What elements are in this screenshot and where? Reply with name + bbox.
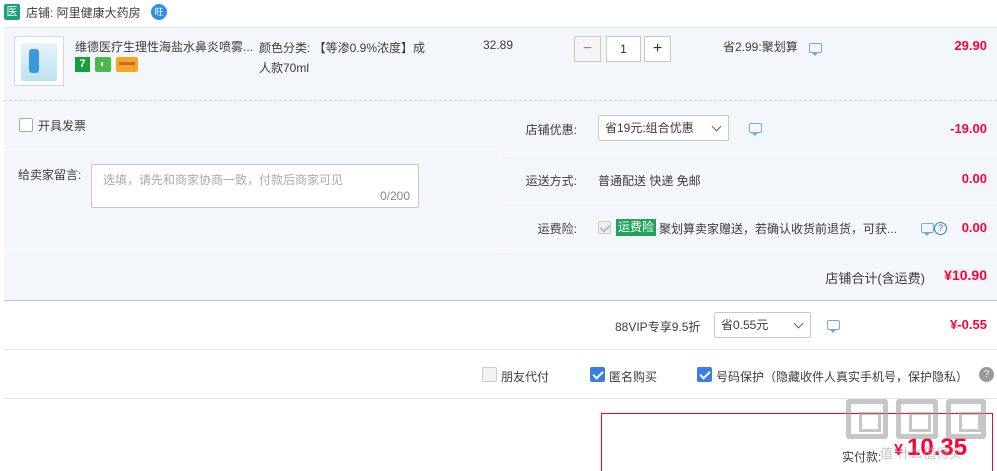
friend-pay-label[interactable]: 朋友代付 bbox=[501, 368, 549, 385]
store-discount-amount: -19.00 bbox=[950, 121, 987, 136]
number-protection-label[interactable]: 号码保护（隐藏收件人真实手机号，保护隐私） bbox=[716, 368, 968, 385]
shipping-label: 运送方式: bbox=[525, 174, 577, 188]
vip-discount-row: 88VIP专享9.5折 省0.55元 ¥-0.55 bbox=[4, 301, 997, 350]
store-header: 医 店铺: 阿里健康大药房 旺 bbox=[0, 0, 997, 24]
shipping-value: 普通配送 快递 免邮 bbox=[598, 174, 701, 188]
quantity-decrease-button[interactable]: − bbox=[574, 36, 601, 62]
insurance-description: 聚划算卖家赠送，若确认收货前退货，可获... bbox=[659, 222, 898, 236]
pharmacy-badge-icon: 医 bbox=[4, 4, 20, 20]
sku-line-2: 人款70ml bbox=[259, 61, 310, 75]
sku-line-1: 颜色分类: 【等渗0.9%浓度】成 bbox=[259, 41, 426, 55]
checkout-options-row: 朋友代付 匿名购买 号码保护（隐藏收件人真实手机号，保护隐私） ? bbox=[4, 351, 997, 399]
help-icon[interactable]: ? bbox=[934, 222, 947, 235]
friend-pay-checkbox[interactable] bbox=[482, 367, 497, 382]
shipping-amount: 0.00 bbox=[961, 171, 987, 186]
product-sku: 颜色分类: 【等渗0.9%浓度】成 人款70ml bbox=[259, 38, 449, 78]
seller-memo-placeholder: 选填，请先和商家协商一致，付款后商家可见 bbox=[103, 173, 344, 187]
anonymous-purchase-checkbox[interactable] bbox=[590, 367, 605, 382]
product-title-link[interactable]: 维德医疗生理性海盐水鼻炎喷雾... bbox=[75, 38, 255, 55]
insurance-amount: 0.00 bbox=[961, 220, 987, 235]
seller-memo-counter: 0/200 bbox=[379, 189, 410, 203]
chevron-down-icon bbox=[793, 318, 804, 329]
promo-comment-icon[interactable] bbox=[809, 43, 822, 56]
payment-currency: ¥ bbox=[894, 442, 903, 459]
insurance-label: 运费险: bbox=[537, 222, 577, 236]
product-thumbnail[interactable] bbox=[14, 36, 64, 86]
store-name-link[interactable]: 店铺: 阿里健康大药房 bbox=[26, 4, 141, 21]
chevron-down-icon bbox=[711, 121, 722, 132]
product-image bbox=[21, 43, 57, 81]
wangwang-chat-icon[interactable]: 旺 bbox=[151, 4, 167, 20]
invoice-option[interactable]: 开具发票 bbox=[19, 117, 86, 133]
store-discount-label: 店铺优惠: bbox=[525, 123, 577, 137]
store-discount-row: 店铺优惠: 省19元:组合优惠 -19.00 bbox=[499, 104, 997, 153]
insurance-comment-icon[interactable] bbox=[921, 223, 934, 236]
vip-discount-select[interactable]: 省0.55元 bbox=[714, 312, 811, 338]
options-right: 店铺优惠: 省19元:组合优惠 -19.00 运送方式: 普通配送 快递 免邮 … bbox=[499, 101, 997, 248]
order-options: 开具发票 给卖家留言: 选填，请先和商家协商一致，付款后商家可见 0/200 店… bbox=[4, 100, 997, 300]
insurance-tag: 运费险 bbox=[616, 219, 657, 236]
credit-card-icon bbox=[116, 57, 138, 72]
payment-summary: 实付款: ¥ 10.35 bbox=[601, 413, 993, 471]
store-total-label: 店铺合计(含运费) bbox=[825, 271, 925, 286]
insurance-row: 运费险: 运费险 聚划算卖家赠送，若确认收货前退货，可获... ? 0.00 bbox=[499, 204, 997, 248]
invoice-label: 开具发票 bbox=[38, 119, 87, 133]
quantity-stepper: − + bbox=[574, 36, 671, 62]
vip-discount-label: 88VIP专享9.5折 bbox=[615, 320, 701, 334]
seller-memo-label: 给卖家留言: bbox=[18, 168, 82, 182]
vip-discount-value: 省0.55元 bbox=[721, 318, 769, 332]
quantity-input[interactable] bbox=[606, 36, 641, 62]
payment-amount: 10.35 bbox=[907, 434, 968, 461]
help-icon[interactable]: ? bbox=[979, 367, 994, 382]
item-promotion: 省2.99:聚划算 bbox=[723, 40, 798, 54]
payment-label: 实付款: bbox=[842, 450, 882, 464]
shipping-row: 运送方式: 普通配送 快递 免邮 0.00 bbox=[499, 154, 997, 203]
divider bbox=[4, 149, 498, 150]
number-protection-checkbox[interactable] bbox=[697, 367, 712, 382]
store-discount-value: 省19元:组合优惠 bbox=[605, 121, 694, 135]
vip-discount-amount: ¥-0.55 bbox=[950, 317, 987, 332]
seller-memo-input[interactable]: 选填，请先和商家协商一致，付款后商家可见 0/200 bbox=[91, 164, 419, 208]
seven-day-return-icon: 7 bbox=[75, 57, 90, 72]
anonymous-purchase-label[interactable]: 匿名购买 bbox=[609, 368, 657, 385]
item-subtotal: 29.90 bbox=[954, 38, 987, 53]
quantity-increase-button[interactable]: + bbox=[644, 36, 671, 62]
service-badge-icon: ◐ bbox=[95, 57, 111, 72]
vip-comment-icon[interactable] bbox=[827, 320, 840, 333]
options-left: 开具发票 给卖家留言: 选填，请先和商家协商一致，付款后商家可见 0/200 bbox=[4, 101, 498, 248]
store-total-row: 店铺合计(含运费) ¥10.90 bbox=[4, 248, 997, 301]
store-total-amount: ¥10.90 bbox=[944, 267, 987, 283]
insurance-checkbox bbox=[598, 221, 611, 234]
invoice-checkbox[interactable] bbox=[19, 117, 33, 132]
unit-price: 32.89 bbox=[483, 38, 514, 52]
cart-item-row: 维德医疗生理性海盐水鼻炎喷雾... 7 ◐ 颜色分类: 【等渗0.9%浓度】成 … bbox=[4, 27, 997, 100]
discount-comment-icon[interactable] bbox=[749, 123, 762, 136]
store-discount-select[interactable]: 省19元:组合优惠 bbox=[598, 115, 729, 141]
